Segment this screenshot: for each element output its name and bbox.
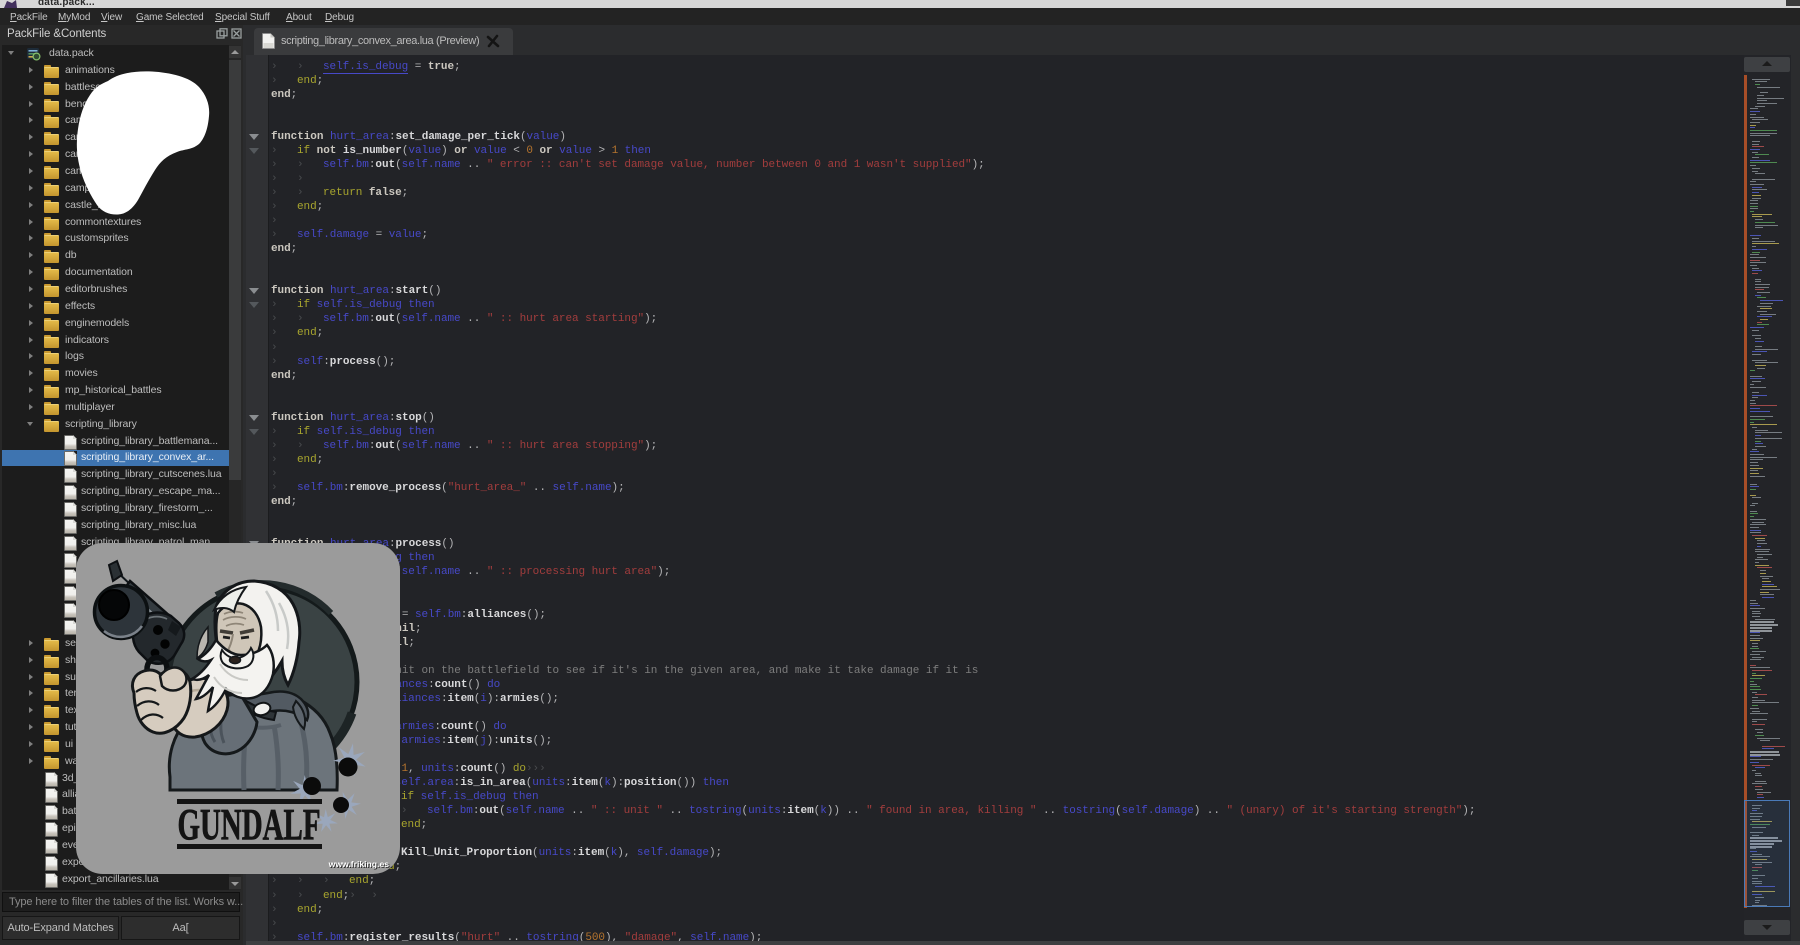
svg-text:www.friking.es: www.friking.es	[328, 859, 390, 869]
svg-text:GUNDALF: GUNDALF	[178, 800, 321, 849]
